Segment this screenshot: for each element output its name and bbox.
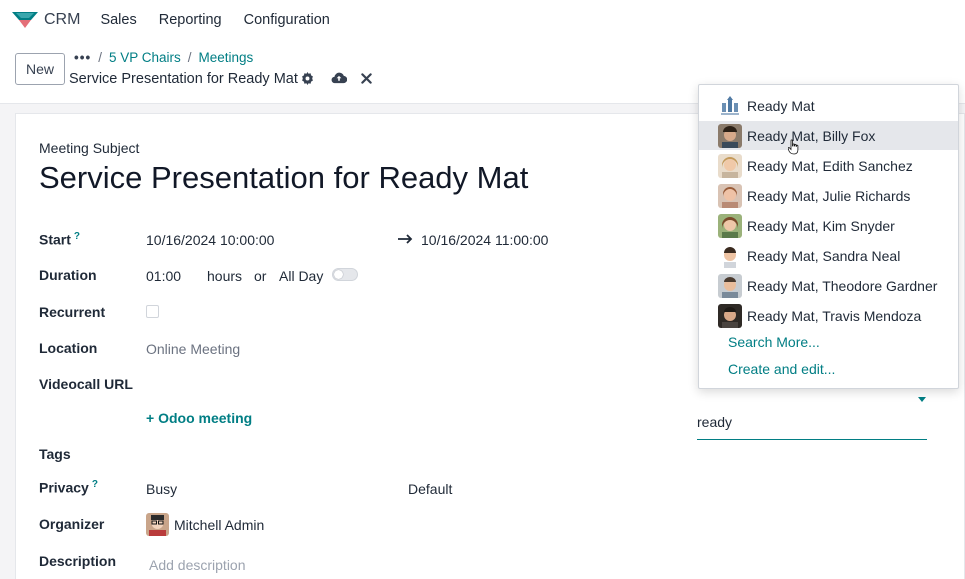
start-label: Start? bbox=[39, 231, 80, 248]
dropdown-item-label: Ready Mat, Julie Richards bbox=[747, 187, 911, 204]
plus-icon: + bbox=[146, 410, 155, 426]
location-input[interactable]: Online Meeting bbox=[146, 341, 240, 357]
tags-label: Tags bbox=[39, 446, 71, 462]
breadcrumb-5-vp-chairs[interactable]: 5 VP Chairs bbox=[109, 50, 181, 65]
all-day-label: All Day bbox=[279, 268, 324, 284]
privacy-label-text: Privacy bbox=[39, 479, 89, 496]
dropdown-item[interactable]: Ready Mat, Billy Fox bbox=[699, 121, 958, 150]
menu-sales[interactable]: Sales bbox=[100, 12, 136, 28]
app-logo[interactable]: CRM bbox=[12, 11, 80, 29]
company-logo-icon bbox=[718, 93, 742, 118]
menu-reporting[interactable]: Reporting bbox=[159, 12, 222, 28]
dropdown-item-label: Ready Mat, Edith Sanchez bbox=[747, 157, 913, 174]
dropdown-item-label: Ready Mat, Billy Fox bbox=[747, 127, 876, 144]
contact-avatar bbox=[718, 153, 742, 178]
search-more-link[interactable]: Search More... bbox=[728, 334, 820, 350]
dropdown-caret-icon[interactable] bbox=[918, 397, 926, 402]
start-help-icon[interactable]: ? bbox=[74, 231, 80, 242]
recurrent-checkbox[interactable] bbox=[146, 305, 159, 318]
start-datetime-input[interactable]: 10/16/2024 10:00:00 bbox=[146, 232, 274, 248]
privacy-help-icon[interactable]: ? bbox=[92, 479, 98, 490]
contact-avatar bbox=[718, 303, 742, 328]
dropdown-item[interactable]: Ready Mat, Kim Snyder bbox=[699, 211, 958, 240]
odoo-meeting-button[interactable]: + Odoo meeting bbox=[146, 410, 252, 426]
meeting-subject-input[interactable]: Service Presentation for Ready Mat bbox=[39, 160, 528, 196]
contact-avatar bbox=[718, 213, 742, 238]
discard-x-icon[interactable] bbox=[361, 73, 372, 84]
odoo-meeting-label: Odoo meeting bbox=[158, 410, 253, 426]
arrow-right-icon bbox=[398, 232, 414, 248]
dropdown-item-label: Ready Mat, Kim Snyder bbox=[747, 217, 895, 234]
breadcrumb-more[interactable]: ••• bbox=[74, 50, 91, 65]
description-label: Description bbox=[39, 553, 117, 569]
organizer-name[interactable]: Mitchell Admin bbox=[174, 517, 264, 533]
dropdown-item-label: Ready Mat, Travis Mendoza bbox=[747, 307, 922, 324]
record-title: Service Presentation for Ready Mat bbox=[69, 71, 298, 87]
dropdown-item[interactable]: Ready Mat bbox=[699, 91, 958, 120]
privacy-label: Privacy? bbox=[39, 479, 98, 496]
videocall-url-label: Videocall URL bbox=[39, 376, 133, 392]
duration-input[interactable]: 01:00 bbox=[146, 268, 181, 284]
show-as-select[interactable]: Busy bbox=[146, 481, 177, 497]
duration-label: Duration bbox=[39, 267, 97, 283]
cloud-upload-icon[interactable] bbox=[331, 71, 347, 84]
dropdown-item-label: Ready Mat, Sandra Neal bbox=[747, 247, 901, 264]
menu-configuration[interactable]: Configuration bbox=[244, 12, 330, 28]
dropdown-item[interactable]: Ready Mat, Travis Mendoza bbox=[699, 301, 958, 330]
start-label-text: Start bbox=[39, 231, 71, 248]
new-button[interactable]: New bbox=[15, 53, 65, 85]
create-and-edit-link[interactable]: Create and edit... bbox=[728, 361, 835, 377]
duration-or: or bbox=[254, 268, 267, 284]
autocomplete-dropdown: Ready Mat Ready Mat, Billy Fox Ready Mat… bbox=[698, 84, 959, 389]
dropdown-item[interactable]: Ready Mat, Edith Sanchez bbox=[699, 151, 958, 180]
meeting-subject-label: Meeting Subject bbox=[39, 140, 140, 156]
app-name: CRM bbox=[44, 11, 81, 28]
dropdown-item[interactable]: Ready Mat, Julie Richards bbox=[699, 181, 958, 210]
dropdown-item[interactable]: Ready Mat, Sandra Neal bbox=[699, 241, 958, 270]
all-day-toggle[interactable] bbox=[332, 268, 358, 281]
contact-avatar bbox=[718, 273, 742, 298]
breadcrumb-meetings[interactable]: Meetings bbox=[199, 50, 254, 65]
breadcrumb-separator: / bbox=[187, 50, 192, 65]
dropdown-item-label: Ready Mat bbox=[747, 97, 815, 114]
end-datetime-input[interactable]: 10/16/2024 11:00:00 bbox=[421, 232, 548, 248]
attendee-search-input[interactable] bbox=[697, 404, 927, 440]
recurrent-label: Recurrent bbox=[39, 304, 106, 320]
organizer-avatar bbox=[146, 513, 169, 536]
dropdown-item[interactable]: Ready Mat, Theodore Gardner bbox=[699, 271, 958, 300]
contact-avatar bbox=[718, 123, 742, 148]
duration-unit: hours bbox=[207, 268, 243, 284]
location-label: Location bbox=[39, 340, 98, 356]
hand-cursor-icon bbox=[787, 139, 800, 160]
breadcrumb-separator: / bbox=[98, 50, 102, 65]
contact-avatar bbox=[718, 243, 742, 268]
breadcrumb: ••• / 5 VP Chairs / Meetings bbox=[74, 50, 253, 65]
top-navbar: CRM Sales Reporting Configuration bbox=[0, 0, 965, 40]
organizer-label: Organizer bbox=[39, 516, 105, 532]
description-input[interactable]: Add description bbox=[149, 557, 246, 573]
contact-avatar bbox=[718, 183, 742, 208]
crm-logo-icon bbox=[12, 12, 38, 28]
privacy-select[interactable]: Default bbox=[408, 481, 452, 497]
gear-icon[interactable] bbox=[301, 72, 314, 85]
dropdown-item-label: Ready Mat, Theodore Gardner bbox=[747, 277, 938, 294]
